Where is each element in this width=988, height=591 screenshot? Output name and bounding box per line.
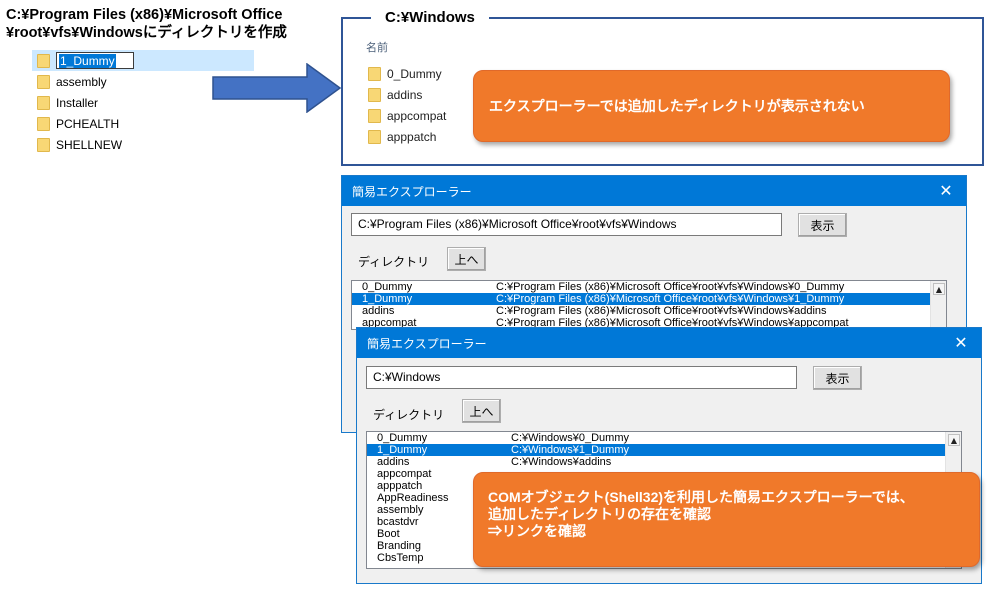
tree-item[interactable]: PCHEALTH	[32, 113, 254, 134]
folder-icon	[37, 74, 50, 89]
directory-list[interactable]: 0_Dummy C:¥Program Files (x86)¥Microsoft …	[351, 280, 947, 330]
folder-icon	[37, 137, 50, 152]
scrollbar[interactable]: ▲	[930, 281, 946, 329]
row-name: CbsTemp	[377, 552, 424, 564]
right-arrow-icon	[212, 63, 342, 113]
tree-item-label: Installer	[56, 95, 99, 110]
list-row[interactable]: addins C:¥Program Files (x86)¥Microsoft O…	[352, 305, 946, 317]
show-button[interactable]: 表示	[813, 366, 862, 390]
tree-item[interactable]: SHELLNEW	[32, 134, 254, 155]
callout-text: エクスプローラーでは追加したディレクトリが表示されない	[489, 98, 865, 114]
row-name: addins	[362, 305, 395, 317]
row-name: assembly	[377, 504, 424, 516]
dialog-title: 簡易エクスプローラー	[352, 184, 472, 199]
close-icon[interactable]: ✕	[951, 333, 971, 353]
list-item-label: addins	[387, 87, 423, 102]
row-name: apppatch	[377, 480, 423, 492]
row-name: addins	[377, 456, 410, 468]
callout-text-line: 追加したディレクトリの存在を確認	[488, 506, 712, 522]
folder-icon	[37, 116, 50, 131]
folder-icon	[37, 95, 50, 110]
close-icon[interactable]: ✕	[936, 181, 956, 201]
callout-text-line: COMオブジェクト(Shell32)を利用した簡易エクスプローラーでは、	[488, 489, 914, 505]
list-item-label: 0_Dummy	[387, 66, 442, 81]
folder-icon	[368, 87, 381, 102]
row-path: C:¥Windows¥addins	[511, 456, 612, 468]
path-input[interactable]: C:¥Program Files (x86)¥Microsoft Office¥…	[351, 213, 782, 236]
callout-text-line: ⇒リンクを確認	[488, 523, 586, 539]
list-row[interactable]: 0_Dummy C:¥Program Files (x86)¥Microsoft …	[352, 281, 946, 293]
directory-label: ディレクトリ	[373, 408, 445, 422]
up-button[interactable]: 上へ	[447, 247, 486, 271]
rename-selected-text: 1_Dummy	[59, 53, 116, 68]
column-header-name[interactable]: 名前	[366, 39, 388, 55]
folder-icon	[37, 53, 50, 68]
list-item-label: apppatch	[387, 129, 437, 144]
list-row[interactable]: addins C:¥Windows¥addins	[367, 456, 961, 468]
row-path: C:¥Program Files (x86)¥Microsoft Office¥…	[496, 293, 845, 305]
list-row[interactable]: 1_Dummy C:¥Program Files (x86)¥Microsoft …	[352, 293, 946, 305]
folder-icon	[368, 129, 381, 144]
row-name: Branding	[377, 540, 422, 552]
folder-icon	[368, 66, 381, 81]
dialog-title: 簡易エクスプローラー	[367, 336, 487, 351]
heading-line2: ¥root¥vfs¥Windowsにディレクトリを作成	[6, 25, 287, 41]
tree-item-label: PCHEALTH	[56, 116, 120, 131]
row-name: 0_Dummy	[377, 432, 428, 444]
dialog-titlebar[interactable]: 簡易エクスプローラー ✕	[357, 328, 981, 358]
explorer-title: C:¥Windows	[371, 8, 489, 28]
row-path: C:¥Windows¥0_Dummy	[511, 432, 629, 444]
list-row[interactable]: 1_Dummy C:¥Windows¥1_Dummy	[367, 444, 961, 456]
scroll-up-icon[interactable]: ▲	[933, 283, 945, 295]
row-name: 1_Dummy	[362, 293, 413, 305]
row-name: 1_Dummy	[377, 444, 428, 456]
callout-explorer-note: エクスプローラーでは追加したディレクトリが表示されない	[473, 70, 950, 142]
row-name: 0_Dummy	[362, 281, 413, 293]
folder-icon	[368, 108, 381, 123]
list-row[interactable]: 0_Dummy C:¥Windows¥0_Dummy	[367, 432, 961, 444]
dialog-titlebar[interactable]: 簡易エクスプローラー ✕	[342, 176, 966, 206]
row-name: appcompat	[377, 468, 432, 480]
up-button[interactable]: 上へ	[462, 399, 501, 423]
row-name: bcastdvr	[377, 516, 419, 528]
row-path: C:¥Program Files (x86)¥Microsoft Office¥…	[496, 305, 827, 317]
rename-input[interactable]: 1_Dummy	[56, 52, 134, 69]
row-name: Boot	[377, 528, 400, 540]
heading: C:¥Program Files (x86)¥Microsoft Office …	[6, 6, 287, 42]
scroll-up-icon[interactable]: ▲	[948, 434, 960, 446]
show-button[interactable]: 表示	[798, 213, 847, 237]
callout-com-note: COMオブジェクト(Shell32)を利用した簡易エクスプローラーでは、 追加し…	[473, 472, 980, 567]
tree-item-label: assembly	[56, 74, 107, 89]
list-item-label: appcompat	[387, 108, 447, 123]
row-path: C:¥Windows¥1_Dummy	[511, 444, 629, 456]
directory-label: ディレクトリ	[358, 255, 430, 269]
row-name: AppReadiness	[377, 492, 449, 504]
heading-line1: C:¥Program Files (x86)¥Microsoft Office	[6, 7, 283, 23]
path-input[interactable]: C:¥Windows	[366, 366, 797, 389]
tree-item-label: SHELLNEW	[56, 137, 123, 152]
row-path: C:¥Program Files (x86)¥Microsoft Office¥…	[496, 281, 845, 293]
